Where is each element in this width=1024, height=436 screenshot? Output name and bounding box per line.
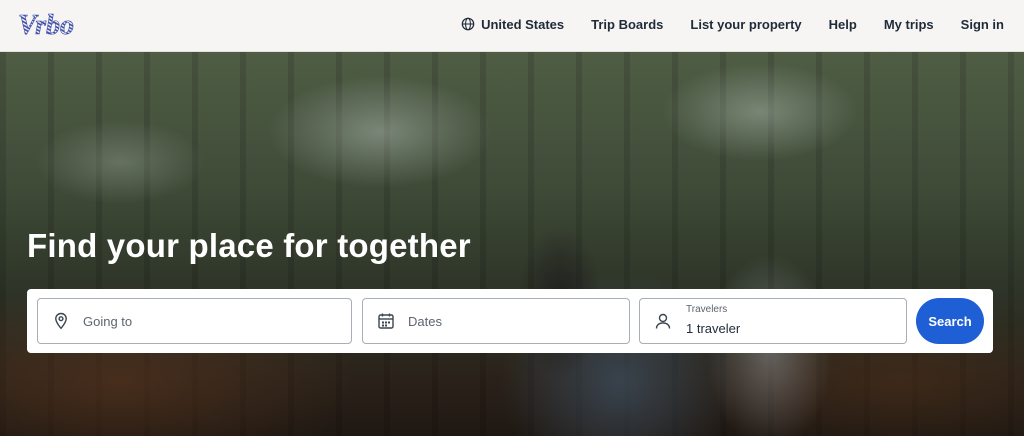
search-form: Going to Dates Travelers 1 traveler Sear… xyxy=(27,289,993,353)
nav-country-selector[interactable]: United States xyxy=(461,17,564,32)
nav-trip-boards[interactable]: Trip Boards xyxy=(591,17,663,32)
travelers-value: 1 traveler xyxy=(686,321,741,336)
svg-text:Vrbo: Vrbo xyxy=(18,10,74,41)
calendar-icon xyxy=(378,313,394,329)
going-to-field[interactable]: Going to xyxy=(37,298,352,344)
hero-banner: Find your place for together Going to Da… xyxy=(0,52,1024,436)
nav-country-label: United States xyxy=(481,16,565,32)
nav-sign-in[interactable]: Sign in xyxy=(961,17,1004,32)
dates-field[interactable]: Dates xyxy=(362,298,630,344)
search-button[interactable]: Search xyxy=(916,298,984,344)
vrbo-logo-graphic: Vrbo xyxy=(18,10,75,42)
travelers-field[interactable]: Travelers 1 traveler xyxy=(639,298,907,344)
going-to-placeholder: Going to xyxy=(83,314,133,329)
nav-list-your-property[interactable]: List your property xyxy=(690,17,801,32)
travelers-label: Travelers xyxy=(686,304,728,315)
top-navigation-bar: Vrbo United States Trip Boards List your… xyxy=(0,0,1024,52)
globe-icon xyxy=(461,17,475,31)
vrbo-logo[interactable]: Vrbo xyxy=(16,8,100,42)
nav-help[interactable]: Help xyxy=(829,17,857,32)
nav-my-trips[interactable]: My trips xyxy=(884,17,934,32)
main-nav: United States Trip Boards List your prop… xyxy=(461,0,1004,48)
hero-title: Find your place for together xyxy=(27,227,471,264)
location-pin-icon xyxy=(55,312,67,330)
person-icon xyxy=(655,313,671,329)
dates-placeholder: Dates xyxy=(408,314,442,329)
